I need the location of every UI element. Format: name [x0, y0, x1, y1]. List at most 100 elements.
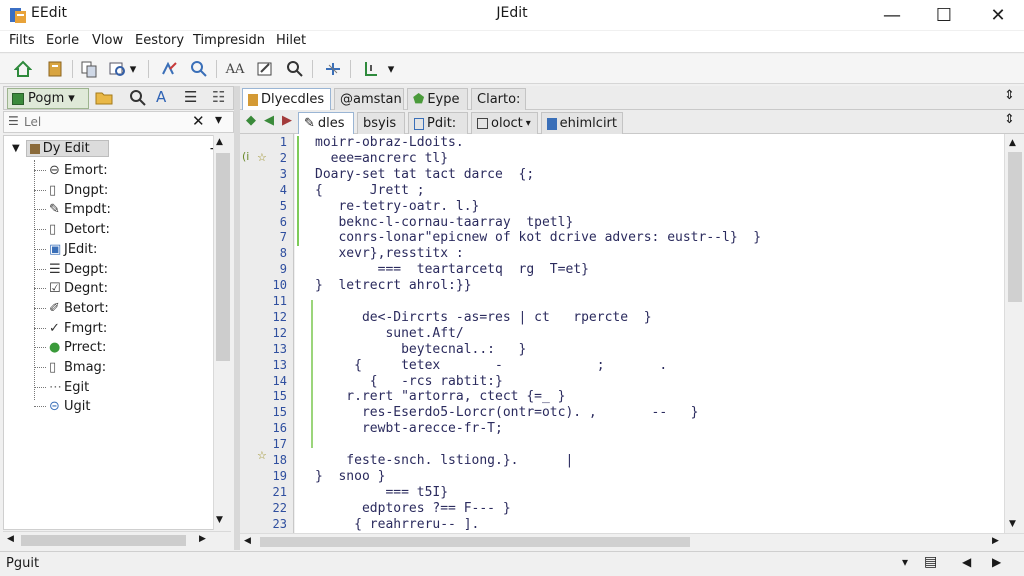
tabs-menu-icon[interactable]: ⇕ [1004, 112, 1015, 127]
code-editor[interactable]: moirr-obraz-Ldoits. eee=ancrerc tl} Doary… [295, 134, 1004, 533]
tree-root[interactable]: ▼ Dy Edit + [4, 139, 221, 158]
layout-icon[interactable] [360, 58, 382, 80]
list-icon[interactable]: ☷ [212, 88, 225, 106]
tree-item[interactable]: ☑ Degnt: [4, 279, 209, 298]
menu-history[interactable]: Eestory [135, 33, 184, 48]
scroll-thumb[interactable] [21, 535, 186, 546]
tree-horizontal-scrollbar[interactable]: ◀ ▶ [3, 531, 231, 549]
menu-help[interactable]: Hilet [276, 33, 306, 48]
chevron-down-icon[interactable]: ▼ [12, 143, 20, 154]
code-line[interactable]: rewbt-arecce-fr-T; [315, 421, 503, 436]
copy-icon[interactable] [78, 58, 100, 80]
code-line[interactable]: re-tetry-oatr. l.} [315, 199, 479, 214]
replace-icon[interactable] [158, 58, 180, 80]
tree-item[interactable]: ⋯ Egit [4, 378, 209, 397]
scroll-up-icon[interactable]: ▲ [216, 137, 223, 147]
tree-item[interactable]: ✐ Betort: [4, 299, 209, 318]
macro-icon[interactable] [322, 58, 344, 80]
tree-item[interactable]: ▯ Dngpt: [4, 181, 209, 200]
close-button[interactable]: ✕ [972, 0, 1024, 30]
code-line[interactable]: conrs-lonar"epicnew of kot dcrive advers… [315, 230, 761, 245]
notes-icon[interactable]: ▤ [924, 554, 937, 570]
menu-file[interactable]: Filts [9, 33, 35, 48]
code-line[interactable]: === t5I} [315, 485, 448, 500]
code-line[interactable]: { reahrreru-- ]. [315, 517, 479, 532]
menu-view[interactable]: Vlow [92, 33, 123, 48]
fold-marker-icon[interactable]: (i [242, 150, 249, 163]
folder-icon[interactable] [94, 89, 114, 111]
tree-item[interactable]: ⊝ Ugit [4, 397, 209, 416]
tree-item[interactable]: ⊖ Emort: [4, 161, 209, 180]
edit-box-icon[interactable] [254, 58, 276, 80]
chevron-down-icon[interactable]: ▾ [215, 112, 222, 128]
font-icon[interactable]: AA [224, 58, 246, 80]
scroll-left-icon[interactable]: ◀ [7, 534, 14, 544]
tree-item[interactable]: ▣ JEdit: [4, 240, 209, 259]
search-icon[interactable] [129, 89, 147, 111]
code-line[interactable]: sunet.Aft/ [315, 326, 463, 341]
tree-item[interactable]: ● Prrect: [4, 338, 209, 357]
back-icon[interactable]: ◀ [264, 113, 274, 128]
scroll-down-icon[interactable]: ▼ [1009, 519, 1016, 529]
code-line[interactable]: feste-snch. lstiong.}. | [315, 453, 573, 468]
tab-ehimlcirt[interactable]: ehimlcirt [541, 112, 623, 134]
open-file-icon[interactable] [44, 58, 66, 80]
chevron-down-icon[interactable]: ▾ [126, 58, 140, 80]
code-line[interactable]: res-Eserdo5-Lorcr(ontr=otc). , -- } [315, 405, 699, 420]
code-line[interactable]: Doary-set tat tact darce {; [315, 167, 534, 182]
code-line[interactable]: beytecnal..: } [315, 342, 526, 357]
code-line[interactable]: de<-Dircrts -as=res | ct rpercte } [315, 310, 652, 325]
code-line[interactable]: { Jrett ; [315, 183, 425, 198]
code-line[interactable]: { tetex - ; . [315, 358, 667, 373]
scroll-left-icon[interactable]: ◀ [962, 555, 971, 569]
menu-edit[interactable]: Eorle [46, 33, 79, 48]
scroll-down-icon[interactable]: ▼ [216, 515, 223, 525]
code-line[interactable]: } snoo } [315, 469, 385, 484]
find-icon[interactable] [284, 58, 306, 80]
tree-item[interactable]: ▯ Detort: [4, 220, 209, 239]
code-line[interactable]: } letrecrt ahrol:}} [315, 278, 472, 293]
scroll-up-icon[interactable]: ▲ [1009, 138, 1016, 148]
tab-dles[interactable]: ✎ dles [298, 112, 354, 134]
code-line[interactable]: xevr},resstitx : [315, 246, 463, 261]
filter-input[interactable] [24, 113, 189, 131]
tree-item[interactable]: ✓ Fmgrt: [4, 319, 209, 338]
arrow-left-icon[interactable]: ◆ [246, 113, 256, 128]
maximize-button[interactable]: ☐ [918, 0, 970, 30]
editor-vertical-scrollbar[interactable]: ▲ ▼ [1004, 134, 1024, 533]
tab-bsyis[interactable]: bsyis [357, 112, 405, 134]
menu-preferences[interactable]: Timpresidn [193, 33, 265, 48]
tree-item[interactable]: ☰ Degpt: [4, 260, 209, 279]
home-icon[interactable] [12, 58, 34, 80]
tab-dlyecdles[interactable]: Dlyecdles [242, 88, 331, 110]
code-line[interactable]: { -rcs rabtit:} [315, 374, 503, 389]
code-line[interactable]: === teartarcetq rg T=et} [315, 262, 589, 277]
scroll-right-icon[interactable]: ▶ [199, 534, 206, 544]
code-line[interactable]: beknc-l-cornau-taarray tpetl} [315, 215, 573, 230]
scroll-left-icon[interactable]: ◀ [244, 536, 251, 546]
code-line[interactable]: moirr-obraz-Ldoits. [315, 135, 464, 150]
chevron-down-icon[interactable]: ▾ [384, 58, 398, 80]
minimize-button[interactable]: — [866, 0, 918, 30]
search-icon[interactable] [188, 58, 210, 80]
scroll-right-icon[interactable]: ▶ [992, 555, 1001, 569]
tree-vertical-scrollbar[interactable]: ▲ ▼ [213, 135, 231, 530]
font-a-icon[interactable]: A [156, 88, 166, 106]
panel-dropdown[interactable]: Pogm ▾ [7, 88, 89, 109]
print-preview-icon[interactable] [106, 58, 128, 80]
code-line[interactable]: edptores ?== F--- } [315, 501, 511, 516]
editor-horizontal-scrollbar[interactable]: ◀ ▶ [240, 533, 1024, 550]
scroll-thumb[interactable] [260, 537, 690, 547]
scroll-right-icon[interactable]: ▶ [992, 536, 999, 546]
code-line[interactable]: eee=ancrerc tl} [315, 151, 448, 166]
tab-pdit[interactable]: Pdit: [408, 112, 468, 134]
tree-item[interactable]: ▯ Bmag: [4, 358, 209, 377]
clear-filter-icon[interactable]: ✕ [192, 112, 205, 130]
chevron-down-icon[interactable]: ▾ [902, 555, 908, 569]
tab-amstan[interactable]: @amstan [334, 88, 404, 110]
tabs-menu-icon[interactable]: ⇕ [1004, 88, 1015, 103]
tab-eype[interactable]: ⬟ Eype [407, 88, 468, 110]
tab-clarto[interactable]: Clarto: [471, 88, 526, 110]
tab-oloct[interactable]: oloct ▾ [471, 112, 538, 134]
forward-icon[interactable]: ▶ [282, 113, 292, 128]
